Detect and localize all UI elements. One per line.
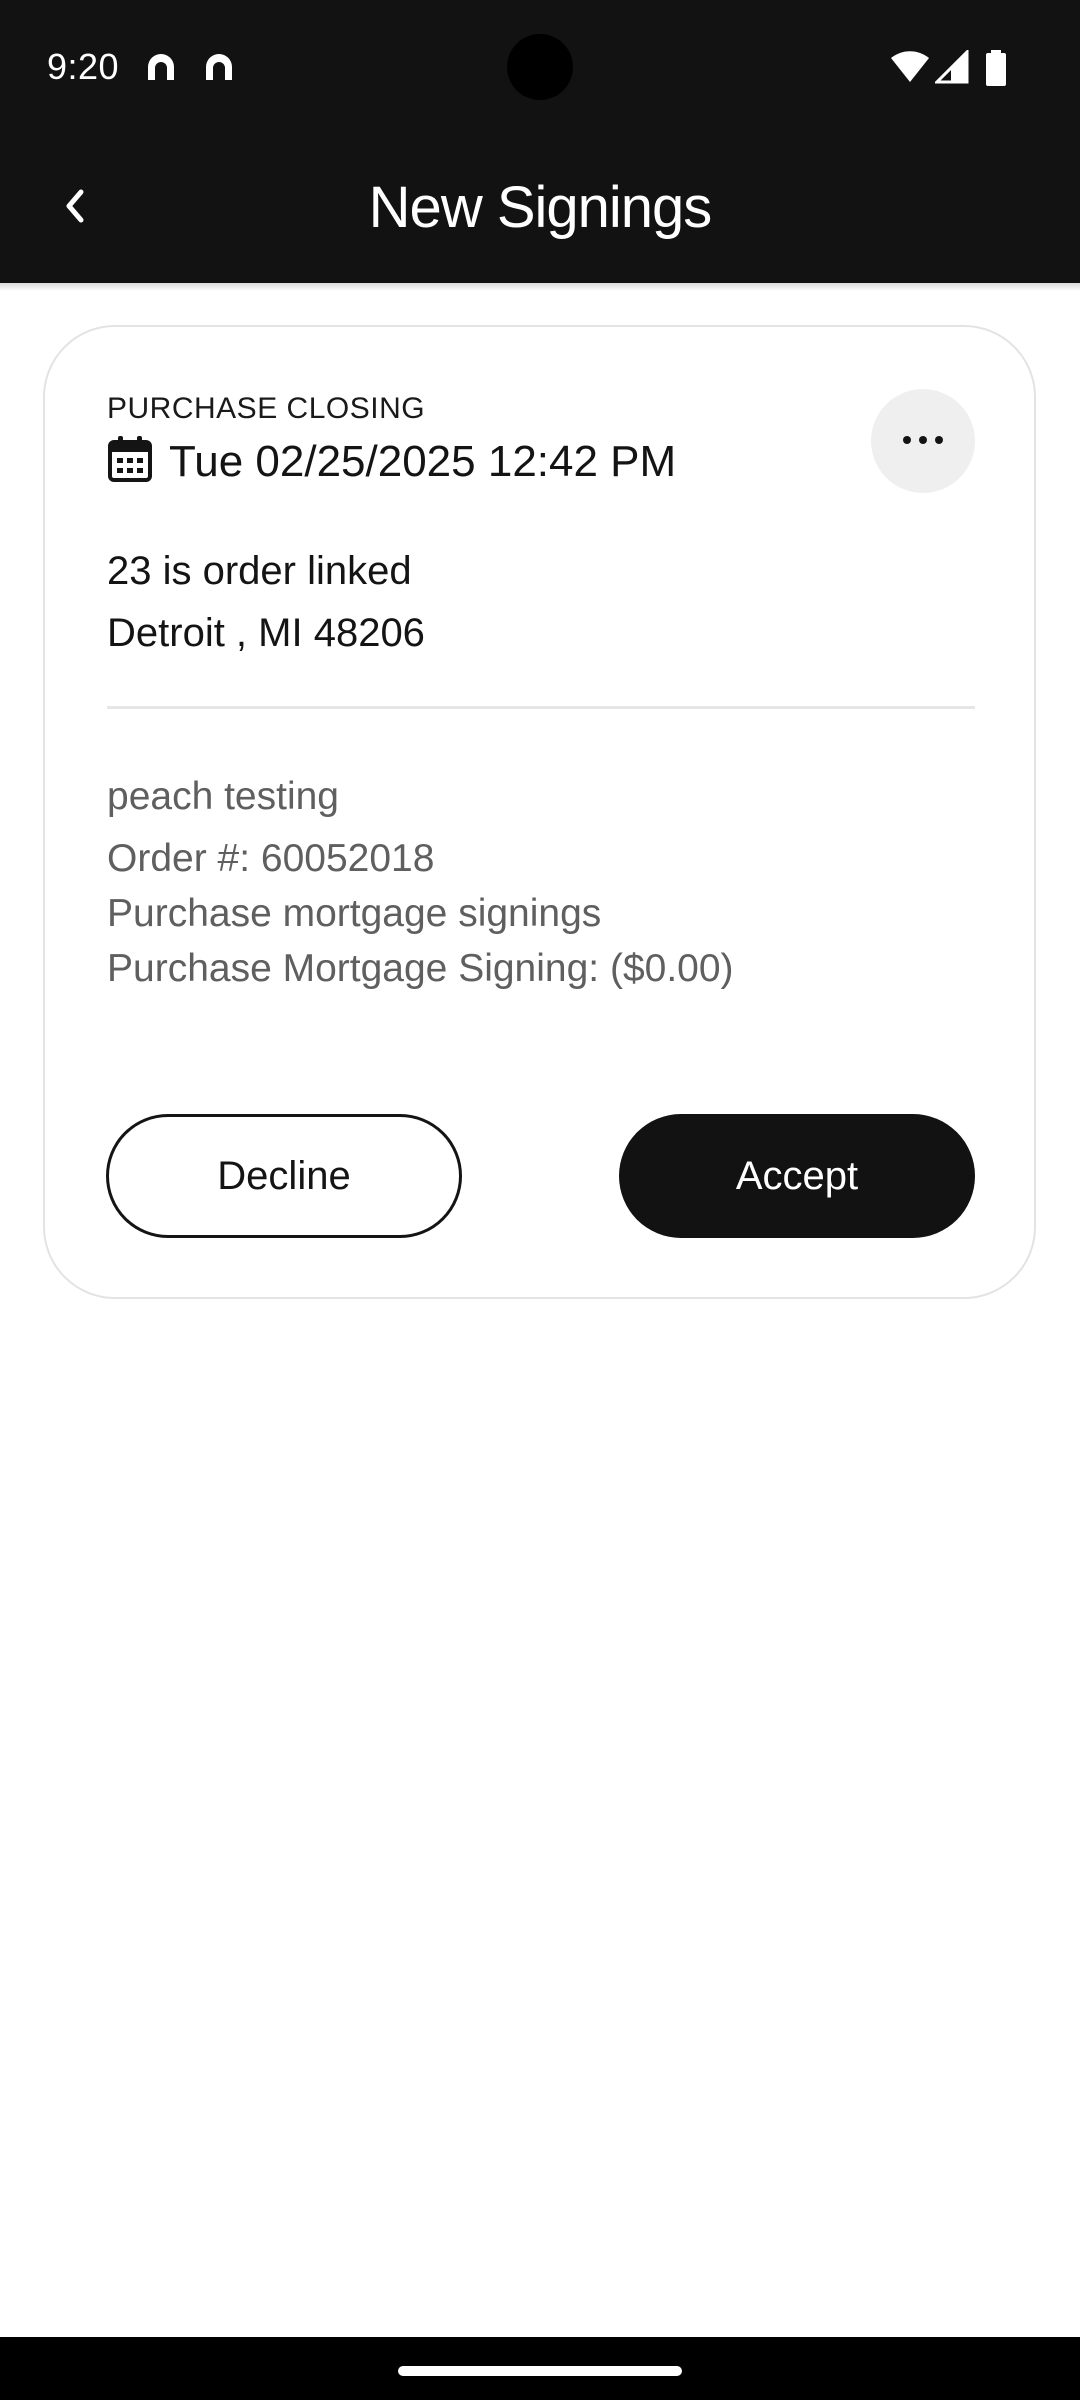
cellular-signal-icon (933, 48, 969, 89)
address-line-1: 23 is order linked (107, 549, 412, 593)
wifi-icon (890, 50, 930, 89)
address-line-2: Detroit , MI 48206 (107, 611, 425, 655)
decline-button[interactable]: Decline (106, 1114, 462, 1238)
home-indicator[interactable] (398, 2366, 682, 2376)
signing-card[interactable]: PURCHASE CLOSING Tue 02/25/2025 12:42 PM (43, 325, 1036, 1299)
battery-icon (985, 50, 1007, 91)
status-time: 9:20 (47, 46, 120, 87)
accept-button[interactable]: Accept (619, 1114, 975, 1238)
notification-app-icon (201, 50, 237, 89)
screen: 9:20 New Signings PURCHASE CLOSING Tue 0… (0, 0, 1080, 2400)
app-header: New Signings (0, 138, 1080, 283)
product-name: Purchase mortgage signings (107, 892, 602, 935)
signing-type-label: PURCHASE CLOSING (107, 392, 426, 425)
date-row: Tue 02/25/2025 12:42 PM (107, 435, 676, 488)
more-horizontal-icon (901, 432, 945, 450)
detail-title: peach testing (107, 775, 340, 818)
order-number: Order #: 60052018 (107, 837, 435, 880)
signing-date: Tue 02/25/2025 12:42 PM (169, 436, 677, 486)
product-fee: Purchase Mortgage Signing: ($0.00) (107, 947, 734, 990)
calendar-icon (107, 435, 169, 488)
header-shadow (0, 283, 1080, 291)
status-bar: 9:20 (0, 0, 1080, 138)
notification-app-icon (143, 50, 179, 89)
page-title: New Signings (368, 175, 713, 240)
divider (107, 706, 975, 709)
camera-cutout (507, 34, 573, 100)
more-options-button[interactable] (871, 389, 975, 493)
